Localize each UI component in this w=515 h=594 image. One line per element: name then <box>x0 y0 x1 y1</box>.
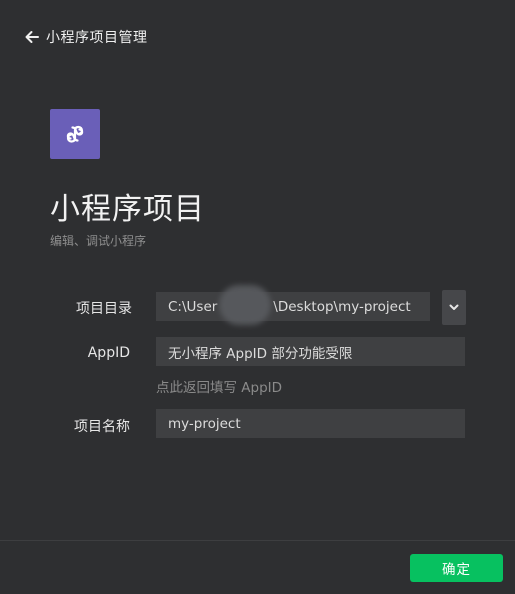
directory-dropdown-button[interactable] <box>442 290 466 325</box>
project-manager-window: 小程序项目管理 小程序项目 编辑、调试小程序 项目目录 C:\User \Des… <box>0 0 515 594</box>
header-title: 小程序项目管理 <box>46 30 148 46</box>
project-name-input[interactable]: my-project <box>156 409 465 438</box>
confirm-button[interactable]: 确定 <box>410 554 503 582</box>
appid-hint-link[interactable]: 点此返回填写 AppID <box>156 376 282 396</box>
directory-input[interactable]: C:\User \Desktop\my-project <box>156 292 430 321</box>
project-name-label: 项目名称 <box>74 419 130 435</box>
appid-input[interactable]: 无小程序 AppID 部分功能受限 <box>156 337 465 366</box>
arrow-left-icon <box>24 29 40 45</box>
directory-label: 项目目录 <box>76 301 132 317</box>
project-name-value: my-project <box>168 415 241 432</box>
chevron-down-icon <box>448 298 460 317</box>
directory-value-prefix: C:\User <box>168 298 218 315</box>
directory-value-suffix: \Desktop\my-project <box>273 298 411 315</box>
appid-label: AppID <box>87 345 130 361</box>
redaction-mask <box>219 285 271 325</box>
appid-value: 无小程序 AppID 部分功能受限 <box>168 345 353 362</box>
footer-divider <box>0 540 515 541</box>
mini-program-logo-icon <box>50 109 100 159</box>
back-button[interactable]: 小程序项目管理 <box>24 26 148 48</box>
page-title: 小程序项目 <box>50 192 205 227</box>
page-subtitle: 编辑、调试小程序 <box>50 234 147 248</box>
